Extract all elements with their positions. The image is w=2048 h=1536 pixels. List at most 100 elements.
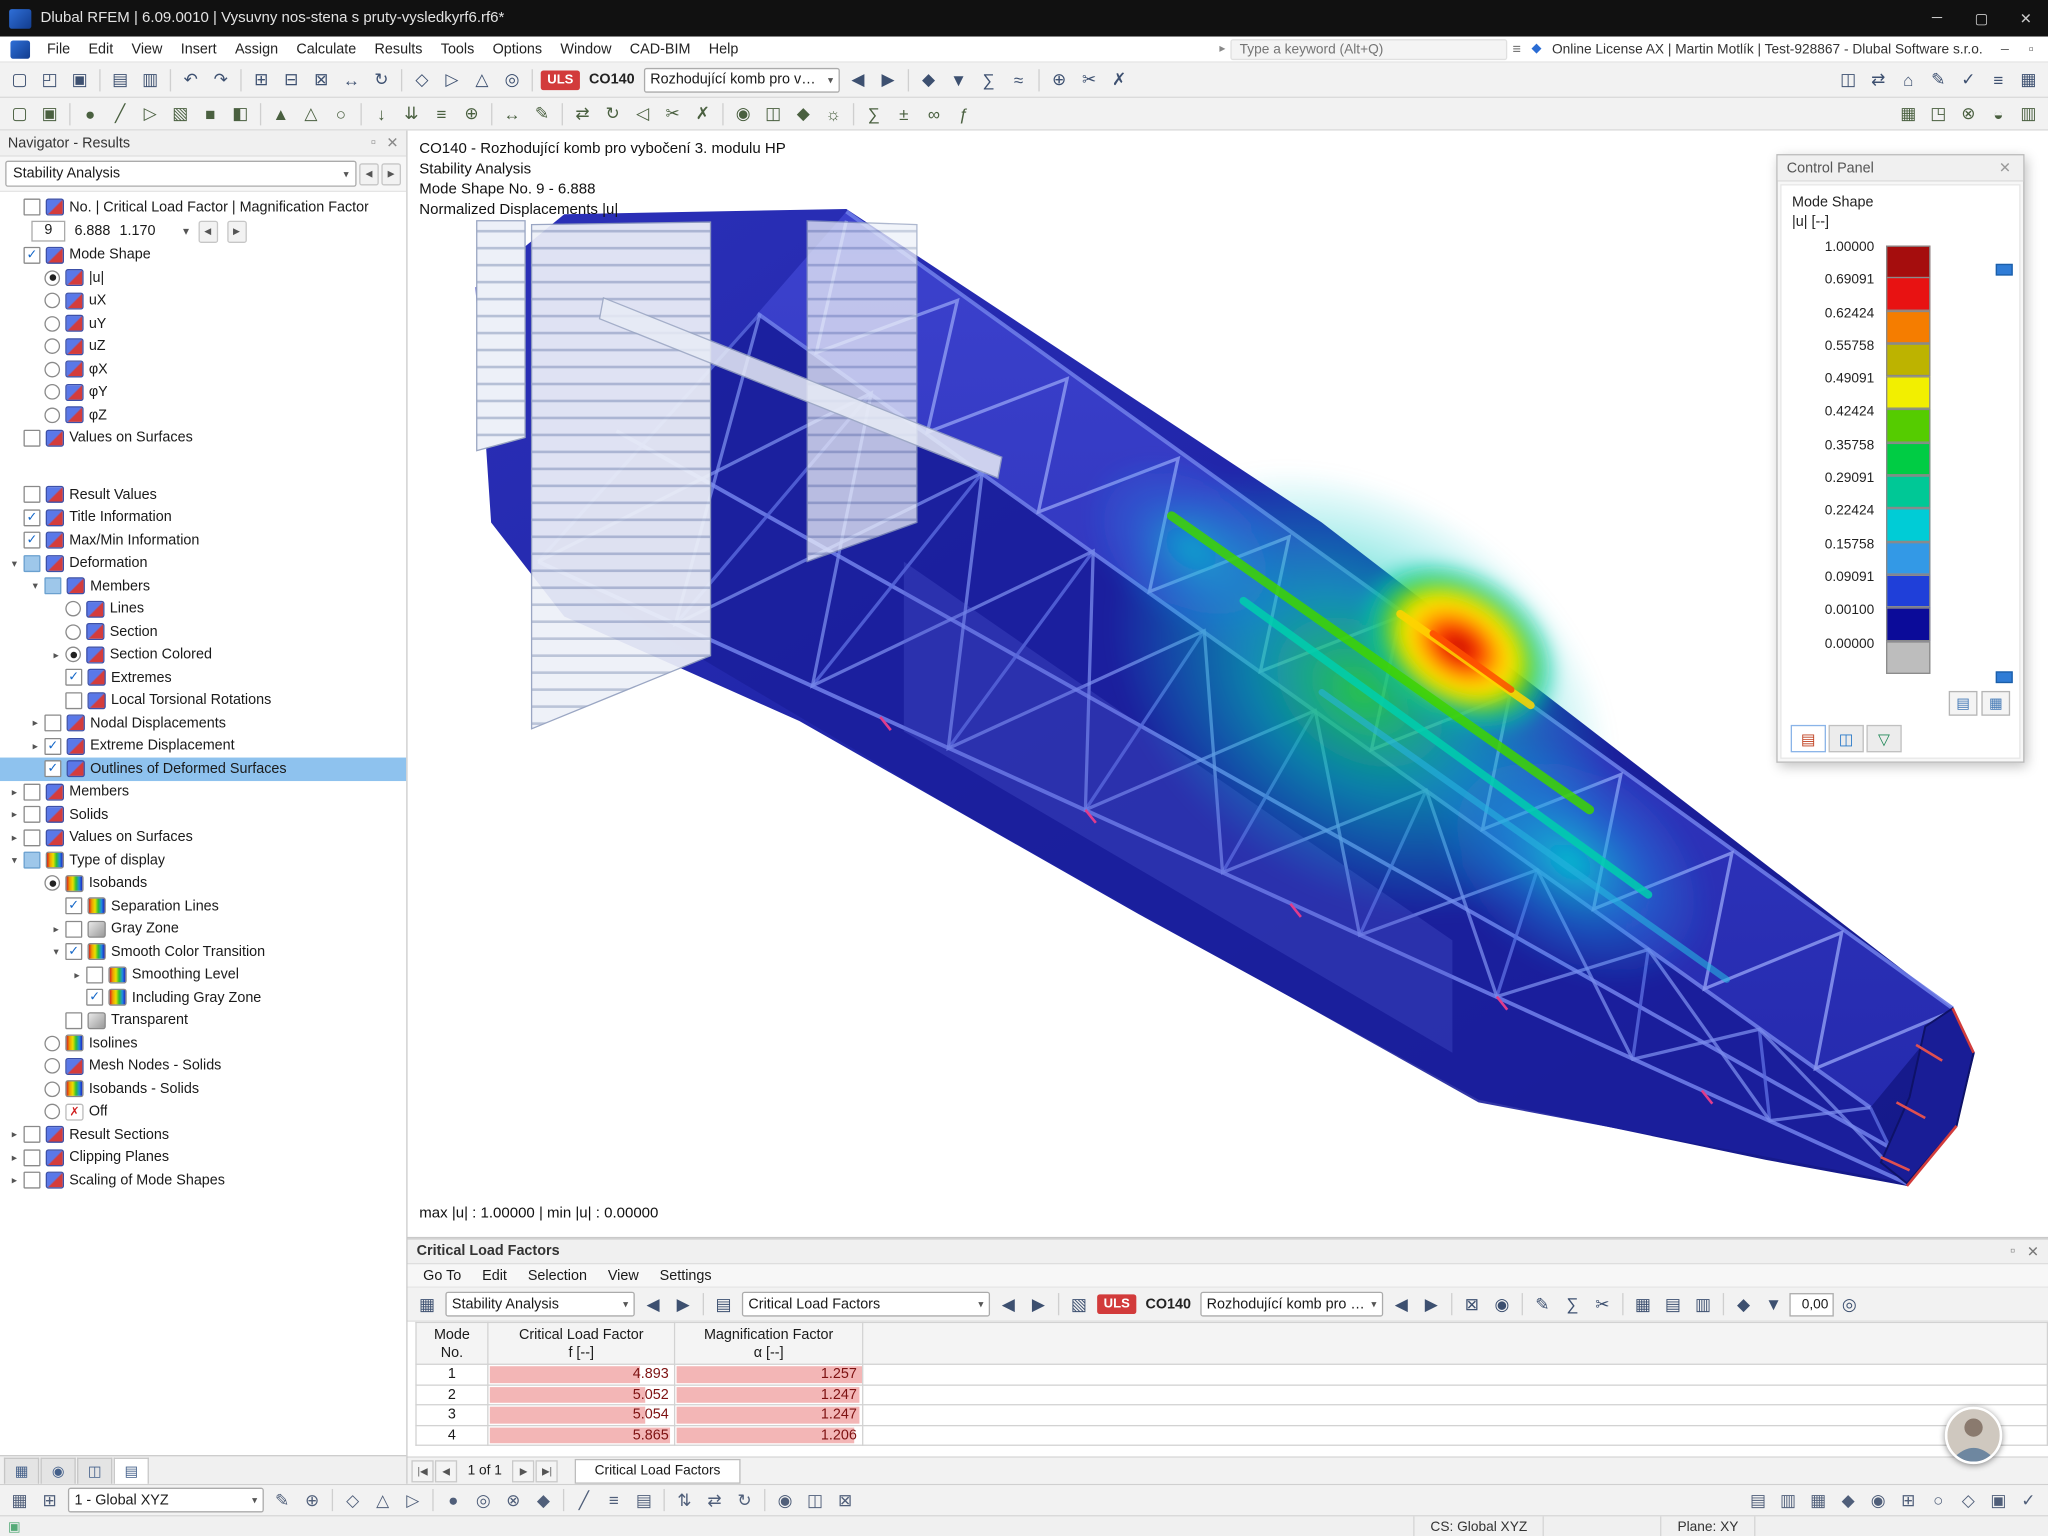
results-filter-icon[interactable]: ▼ [944, 66, 973, 93]
printout-report-icon[interactable]: ▥ [136, 66, 165, 93]
tables-icon[interactable]: ▦ [2014, 66, 2043, 93]
column-header-magnification-factor[interactable]: Magnification Factor α [--] [673, 1321, 864, 1365]
continuous-icon[interactable]: ∞ [920, 100, 949, 127]
zoom-window-icon[interactable]: ⊠ [307, 66, 336, 93]
next-mode-button[interactable]: ▶ [226, 220, 247, 243]
tree-item-members[interactable]: ▸ Members [0, 780, 406, 803]
move-copy-icon[interactable]: ⇄ [568, 100, 597, 127]
work-plane-xy-icon[interactable]: ◇ [338, 1486, 367, 1513]
navigator-close-icon[interactable]: ✕ [386, 135, 398, 152]
view-in-y-icon[interactable]: △ [468, 66, 497, 93]
mode-number-value[interactable]: 9 [31, 220, 66, 242]
checkbox[interactable] [65, 920, 83, 938]
settings-icon[interactable]: ≡ [1984, 66, 2013, 93]
tree-item-max-min-information[interactable]: ✓ Max/Min Information [0, 529, 406, 552]
tree-item-outlines-of-deformed-surfaces[interactable]: ✓ Outlines of Deformed Surfaces [0, 757, 407, 781]
previous-analysis-button[interactable]: ◀ [359, 162, 379, 185]
radio-button[interactable] [44, 270, 61, 286]
nodal-support-icon[interactable]: ▲ [266, 100, 295, 127]
render-mode-icon[interactable]: ◆ [789, 100, 818, 127]
tree-item-deformation[interactable]: ▾ Deformation [0, 552, 406, 575]
print-icon[interactable]: ▤ [106, 66, 135, 93]
work-plane-xz-icon[interactable]: △ [368, 1486, 397, 1513]
radio-button[interactable] [65, 646, 81, 663]
minimize-document-button[interactable]: – [1993, 41, 2017, 57]
expander-icon[interactable]: ▸ [47, 923, 65, 935]
snap-node-icon[interactable]: ● [439, 1486, 468, 1513]
trim-icon[interactable]: ✂ [1075, 66, 1104, 93]
hinge-icon[interactable]: ○ [327, 100, 356, 127]
scale-min-slider-handle[interactable] [1995, 671, 2013, 684]
radio-button[interactable] [44, 875, 61, 892]
panels-icon[interactable]: ◫ [1834, 66, 1863, 93]
expander-icon[interactable]: ▸ [5, 786, 23, 798]
radio-button[interactable] [44, 338, 61, 355]
next-combination-icon[interactable]: ▶ [874, 66, 903, 93]
tree-item-lines[interactable]: Lines [0, 598, 406, 621]
snap-grid-icon[interactable]: ◆ [529, 1486, 558, 1513]
tree-item-extreme-displacement[interactable]: ▸ ✓ Extreme Displacement [0, 735, 406, 758]
work-plane-icon[interactable]: ◳ [1924, 100, 1953, 127]
checkbox[interactable]: ✓ [65, 943, 83, 961]
column-header-critical-load-factor[interactable]: Critical Load Factor f [--] [487, 1321, 676, 1365]
previous-table-icon[interactable]: ◀ [994, 1290, 1023, 1317]
redo-icon[interactable]: ↷ [206, 66, 235, 93]
coordinate-system-status[interactable]: CS: Global XYZ [1413, 1516, 1542, 1536]
expander-icon[interactable]: ▸ [68, 969, 86, 981]
tree-item-result-values[interactable]: Result Values [0, 483, 406, 506]
table-select-icon[interactable]: ▤ [709, 1290, 738, 1317]
last-page-button[interactable]: ▶| [535, 1459, 559, 1482]
edit-cs-icon[interactable]: ✎ [268, 1486, 297, 1513]
checkbox[interactable]: ✓ [65, 669, 83, 687]
render-toggle-icon[interactable]: ◆ [1834, 1486, 1863, 1513]
filter-tab[interactable]: ▽ [1866, 724, 1902, 753]
menu-options[interactable]: Options [483, 39, 551, 60]
clipping-box-icon[interactable]: ◫ [759, 100, 788, 127]
menu-calculate[interactable]: Calculate [287, 39, 365, 60]
navigator-toggle-icon[interactable]: ⊞ [1894, 1486, 1923, 1513]
visibility-icon[interactable]: ◉ [729, 100, 758, 127]
tree-item-section-colored[interactable]: ▸ Section Colored [0, 643, 406, 666]
checkbox[interactable] [23, 198, 41, 216]
table-row-mode-4[interactable]: 4 5.865 1.206 [415, 1424, 2048, 1446]
delete-icon[interactable]: ✗ [1105, 66, 1134, 93]
report-icon[interactable]: ▥ [1689, 1290, 1718, 1317]
table-panel-float-icon[interactable]: ▫ [2010, 1243, 2015, 1260]
table-row-mode-3[interactable]: 3 5.054 1.247 [415, 1404, 2048, 1426]
split-view-icon[interactable]: ◫ [801, 1486, 830, 1513]
radio-button[interactable] [44, 384, 61, 400]
file-menu-logo-icon[interactable] [10, 39, 31, 59]
solid-icon[interactable]: ■ [196, 100, 225, 127]
previous-mode-button[interactable]: ◀ [198, 220, 218, 243]
messages-icon[interactable]: ▤ [1744, 1486, 1773, 1513]
tree-item-scaling-of-mode-shapes[interactable]: ▸ Scaling of Mode Shapes [0, 1169, 406, 1192]
comments-icon[interactable]: ▤ [630, 1486, 659, 1513]
menu-insert[interactable]: Insert [172, 39, 226, 60]
full-view-icon[interactable]: ⊠ [831, 1486, 860, 1513]
tree-item-type-of-display[interactable]: ▾ Type of display [0, 849, 406, 872]
tree-item-smoothing-level[interactable]: ▸ Smoothing Level [0, 963, 406, 986]
display-factors-tab[interactable]: ◫ [1828, 724, 1864, 753]
opening-icon[interactable]: ◧ [226, 100, 255, 127]
checkbox[interactable] [23, 806, 41, 824]
checkbox[interactable]: ✓ [23, 509, 41, 527]
first-page-button[interactable]: |◀ [411, 1459, 434, 1482]
tree-item-values-on-surfaces[interactable]: ▸ Values on Surfaces [0, 826, 406, 849]
radio-button[interactable] [44, 1104, 61, 1120]
orbit-icon[interactable]: ↻ [367, 66, 396, 93]
bp-table-combo[interactable]: Critical Load Factors ▾ [741, 1291, 991, 1317]
menu-view[interactable]: View [122, 39, 171, 60]
search-table-icon[interactable]: ◎ [1835, 1290, 1864, 1317]
analysis-type-combo[interactable]: Stability Analysis ▾ [5, 160, 357, 187]
expander-icon[interactable]: ▸ [26, 740, 44, 752]
radio-button[interactable] [65, 601, 81, 617]
calculate-all-icon[interactable]: ∑ [974, 66, 1003, 93]
tree-item-result-sections[interactable]: ▸ Result Sections [0, 1123, 406, 1146]
bp-combination-combo[interactable]: Rozhodující komb pro vyboč... ▾ [1200, 1291, 1383, 1317]
ok-indicator-icon[interactable]: ✓ [2014, 1486, 2043, 1513]
table-panel-close-icon[interactable]: ✕ [2027, 1243, 2039, 1260]
tree-item-extremes[interactable]: ✓ Extremes [0, 666, 406, 689]
navigator-tab-display[interactable]: ◉ [40, 1457, 76, 1484]
column-header-mode[interactable]: Mode No. [415, 1321, 489, 1365]
snap-center-icon[interactable]: ◎ [469, 1486, 498, 1513]
